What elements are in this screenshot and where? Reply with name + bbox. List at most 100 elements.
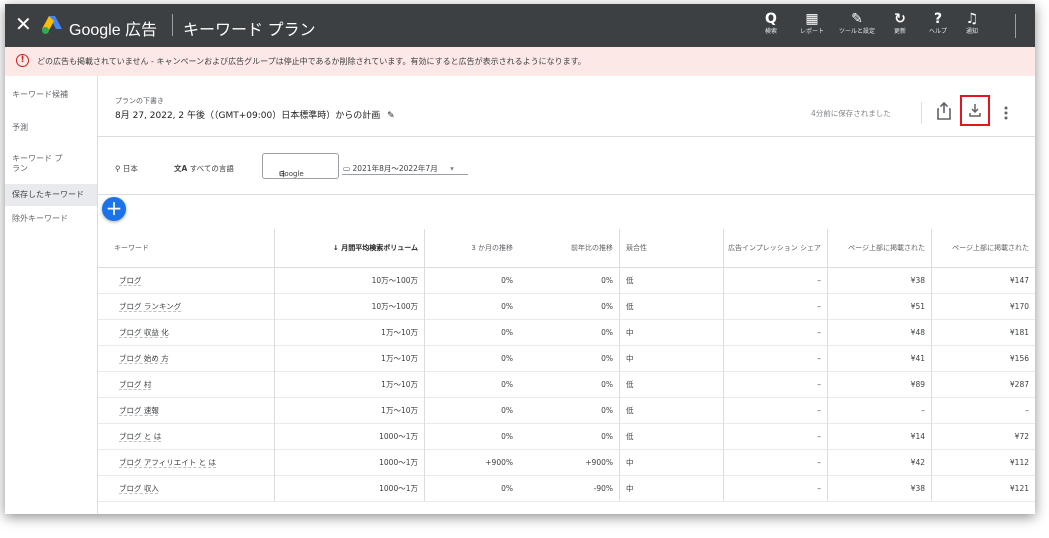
cell-top-bid-high-text: ¥121 bbox=[1009, 483, 1029, 493]
cell-top-bid-low-text: ¥42 bbox=[910, 457, 925, 467]
network-filter[interactable]: ⇶ Google bbox=[262, 153, 339, 179]
cell-three-month: 0% bbox=[424, 475, 519, 501]
cell-yoy: 0% bbox=[519, 345, 619, 371]
more-vert-icon[interactable] bbox=[1004, 106, 1008, 120]
sidebar-item-forecast[interactable]: 予測 bbox=[5, 123, 97, 137]
cell-top-bid-low: – bbox=[827, 397, 931, 423]
cell-impression-share-text: – bbox=[817, 301, 821, 311]
title-divider bbox=[172, 14, 173, 36]
cell-yoy-text: +900% bbox=[585, 457, 613, 467]
cell-impression-share: – bbox=[723, 267, 827, 293]
cell-volume: 1000～1万 bbox=[274, 423, 424, 449]
search-button[interactable]: Q 検索 bbox=[749, 10, 793, 36]
cell-keyword-text[interactable]: ブログ と は bbox=[104, 431, 161, 442]
table-row[interactable]: ブログ 村 1万～10万 0% 0% 低 – ¥89 ¥287 bbox=[98, 371, 1035, 398]
report-label: レポート bbox=[799, 28, 824, 35]
cell-competition-text: 中 bbox=[626, 483, 634, 493]
plan-title[interactable]: 8月 27, 2022, 2 午後（（GMT+09:00）日本標準時）からの計画… bbox=[115, 108, 395, 121]
table-row[interactable]: ブログ 10万～100万 0% 0% 低 – ¥38 ¥147 bbox=[98, 267, 1035, 294]
cell-volume-text: 1万～10万 bbox=[381, 405, 418, 415]
cell-impression-share-text: – bbox=[817, 327, 821, 337]
cell-competition: 中 bbox=[619, 475, 723, 501]
cell-competition-text: 中 bbox=[626, 327, 634, 337]
table-row[interactable]: ブログ アフィリエイト と は 1000～1万 +900% +900% 中 – ¥42 ¥11… bbox=[98, 449, 1035, 476]
cell-top-bid-low: ¥14 bbox=[827, 423, 931, 449]
search-label: 検索 bbox=[764, 28, 777, 35]
cell-yoy-text: 0% bbox=[601, 327, 613, 337]
cell-keyword-text[interactable]: ブログ bbox=[104, 275, 142, 286]
saved-status: 4分前に保存されました bbox=[811, 109, 891, 118]
header-top-bid-low[interactable]: ページ上部に掲載された bbox=[827, 229, 931, 267]
cell-keyword-text[interactable]: ブログ 始め 方 bbox=[104, 353, 169, 364]
header-competition[interactable]: 競合性 bbox=[619, 229, 723, 267]
plan-label: プランの下書き bbox=[115, 97, 164, 105]
cell-keyword: ブログ アフィリエイト と は bbox=[98, 449, 274, 475]
cell-impression-share: – bbox=[723, 371, 827, 397]
header-top-bid-high[interactable]: ページ上部に掲載された bbox=[931, 229, 1035, 267]
cell-top-bid-low-text: ¥41 bbox=[910, 353, 925, 363]
table-row[interactable]: ブログ ランキング 10万～100万 0% 0% 低 – ¥51 ¥170 bbox=[98, 293, 1035, 320]
cell-impression-share: – bbox=[723, 293, 827, 319]
cell-keyword-text[interactable]: ブログ 収入 bbox=[104, 483, 159, 494]
cell-competition-text: 中 bbox=[626, 353, 634, 363]
location-filter[interactable]: ⚲ 日本 bbox=[115, 163, 138, 174]
report-button[interactable]: ▦ レポート bbox=[790, 10, 834, 36]
cell-yoy: 0% bbox=[519, 319, 619, 345]
cell-top-bid-high: ¥287 bbox=[931, 371, 1035, 397]
cell-impression-share: – bbox=[723, 475, 827, 501]
cell-keyword-text[interactable]: ブログ 収益 化 bbox=[104, 327, 169, 338]
cell-volume: 1万～10万 bbox=[274, 345, 424, 371]
pencil-icon[interactable]: ✎ bbox=[387, 111, 395, 121]
sidebar-item-keyword-plan[interactable]: キーワード プラン bbox=[5, 154, 65, 178]
cell-top-bid-low: ¥51 bbox=[827, 293, 931, 319]
cell-yoy: -90% bbox=[519, 475, 619, 501]
cell-top-bid-low-text: ¥38 bbox=[910, 275, 925, 285]
cell-three-month-text: 0% bbox=[501, 483, 513, 493]
language-filter[interactable]: 文A すべての言語 bbox=[174, 163, 234, 174]
cell-keyword: ブログ 村 bbox=[98, 371, 274, 397]
cell-keyword-text[interactable]: ブログ アフィリエイト と は bbox=[104, 457, 216, 468]
table-row[interactable]: ブログ と は 1000～1万 0% 0% 低 – ¥14 ¥72 bbox=[98, 423, 1035, 450]
cell-top-bid-low: ¥48 bbox=[827, 319, 931, 345]
header-volume[interactable]: ↓ 月間平均検索ボリューム bbox=[274, 229, 424, 267]
header-impression-share[interactable]: 広告インプレッション シェア bbox=[723, 229, 827, 267]
share-icon[interactable] bbox=[936, 102, 952, 120]
cell-yoy-text: -90% bbox=[593, 483, 613, 493]
cell-keyword-text[interactable]: ブログ ランキング bbox=[104, 301, 181, 312]
header-yoy[interactable]: 前年比の推移 bbox=[519, 229, 619, 267]
header-three-month[interactable]: 3 か月の推移 bbox=[424, 229, 519, 267]
cell-three-month-text: 0% bbox=[501, 431, 513, 441]
cell-keyword-text[interactable]: ブログ 速報 bbox=[104, 405, 159, 416]
wrench-icon: ✎ bbox=[851, 11, 863, 27]
cell-top-bid-low: ¥38 bbox=[827, 475, 931, 501]
add-keyword-button[interactable]: + bbox=[102, 197, 126, 221]
table-header: キーワード ↓ 月間平均検索ボリューム 3 か月の推移 前年比の推移 競合性 広… bbox=[98, 229, 1035, 268]
cell-yoy-text: 0% bbox=[601, 275, 613, 285]
cell-top-bid-low: ¥42 bbox=[827, 449, 931, 475]
cell-competition: 中 bbox=[619, 319, 723, 345]
tools-button[interactable]: ✎ ツールと設定 bbox=[835, 10, 879, 36]
table-row[interactable]: ブログ 収入 1000～1万 0% -90% 中 – ¥38 ¥121 bbox=[98, 475, 1035, 502]
header-keyword[interactable]: キーワード bbox=[108, 229, 268, 267]
cell-volume: 1万～10万 bbox=[274, 397, 424, 423]
notifications-button[interactable]: ♫ 通知 bbox=[950, 10, 994, 36]
cell-volume-text: 10万～100万 bbox=[371, 275, 418, 285]
sidebar-item-negative-keywords[interactable]: 除外キーワード bbox=[5, 214, 97, 228]
date-range-filter[interactable]: ▭ 2021年8月～2022年7月 ▾ bbox=[343, 163, 454, 174]
cell-competition: 中 bbox=[619, 449, 723, 475]
cell-three-month-text: 0% bbox=[501, 379, 513, 389]
download-button[interactable] bbox=[960, 95, 990, 126]
close-icon[interactable]: ✕ bbox=[15, 14, 32, 34]
cell-keyword-text[interactable]: ブログ 村 bbox=[104, 379, 151, 390]
cell-three-month: 0% bbox=[424, 371, 519, 397]
table-row[interactable]: ブログ 収益 化 1万～10万 0% 0% 中 – ¥48 ¥181 bbox=[98, 319, 1035, 346]
cell-top-bid-low-text: ¥89 bbox=[910, 379, 925, 389]
table-row[interactable]: ブログ 始め 方 1万～10万 0% 0% 中 – ¥41 ¥156 bbox=[98, 345, 1035, 372]
location-pin-icon: ⚲ bbox=[115, 164, 121, 173]
sidebar-item-saved-keywords[interactable]: 保存したキーワード bbox=[5, 184, 97, 206]
table-row[interactable]: ブログ 速報 1万～10万 0% 0% 低 – – – bbox=[98, 397, 1035, 424]
page-title: キーワード プラン bbox=[183, 22, 316, 39]
cell-top-bid-high: – bbox=[931, 397, 1035, 423]
cell-three-month-text: +900% bbox=[485, 457, 513, 467]
sidebar-item-keyword-ideas[interactable]: キーワード候補 bbox=[5, 90, 97, 104]
